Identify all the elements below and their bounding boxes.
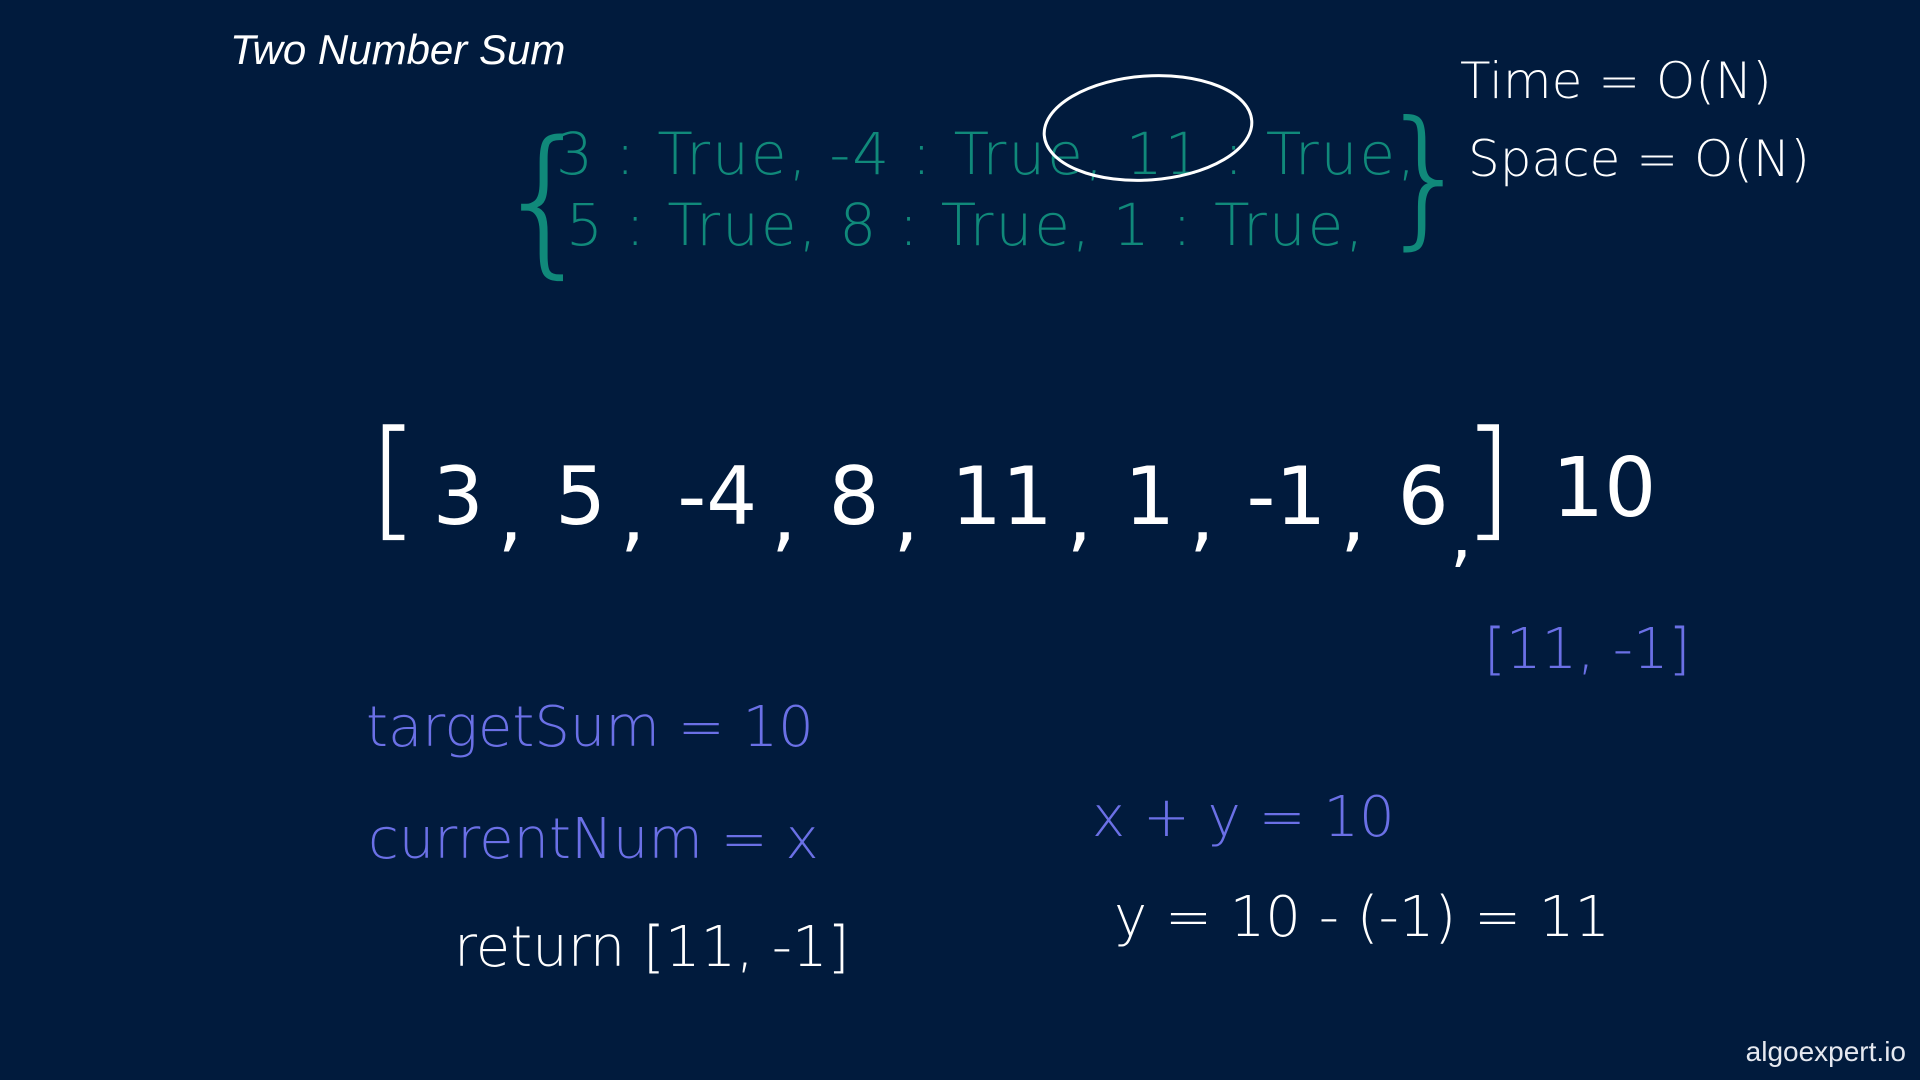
array-comma: , <box>1189 468 1215 561</box>
watermark-logo: algoexpert.io <box>1745 1036 1906 1067</box>
solve-note: y = 10 - (-1) = 11 <box>1114 885 1611 950</box>
array-item: 11 <box>950 450 1053 543</box>
equation-note: x + y = 10 <box>1092 785 1395 850</box>
target-separator-comma: , <box>1450 494 1473 576</box>
array-item: 6 <box>1397 450 1449 543</box>
target-sum-note: targetSum = 10 <box>366 695 814 760</box>
array-item: 3 <box>432 450 484 543</box>
array-item: 8 <box>828 450 880 543</box>
time-complexity: Time = O(N) <box>1460 52 1772 110</box>
array-comma: , <box>893 468 919 561</box>
page-title: Two Number Sum <box>230 26 566 73</box>
array-comma: , <box>1066 468 1093 561</box>
space-complexity: Space = O(N) <box>1468 130 1810 188</box>
input-array: [ 3 , 5 , -4 , 8 , 11 , 1 , -1 , 6 ] <box>368 402 1513 555</box>
array-open-bracket: [ <box>368 402 419 554</box>
hash-close-brace: } <box>1378 90 1474 264</box>
array-comma: , <box>771 468 797 561</box>
array-comma: , <box>619 468 646 561</box>
target-value: 10 <box>1552 441 1657 536</box>
hash-table-row-1: 3 : True, -4 : True, 11 : True, <box>556 120 1418 188</box>
array-item: -1 <box>1246 450 1327 543</box>
result-pair: [11, -1] <box>1484 617 1691 682</box>
return-note: return [11, -1] <box>454 915 850 980</box>
whiteboard: Two Number Sum { 3 : True, -4 : True, 11… <box>0 0 1920 1080</box>
array-item: 1 <box>1124 450 1176 543</box>
array-comma: , <box>1340 468 1366 561</box>
array-item: -4 <box>677 450 758 543</box>
array-comma: , <box>497 468 524 561</box>
current-num-note: currentNum = x <box>368 807 819 872</box>
array-item: 5 <box>555 450 606 543</box>
hash-table-row-2: 5 : True, 8 : True, 1 : True, <box>566 191 1366 259</box>
